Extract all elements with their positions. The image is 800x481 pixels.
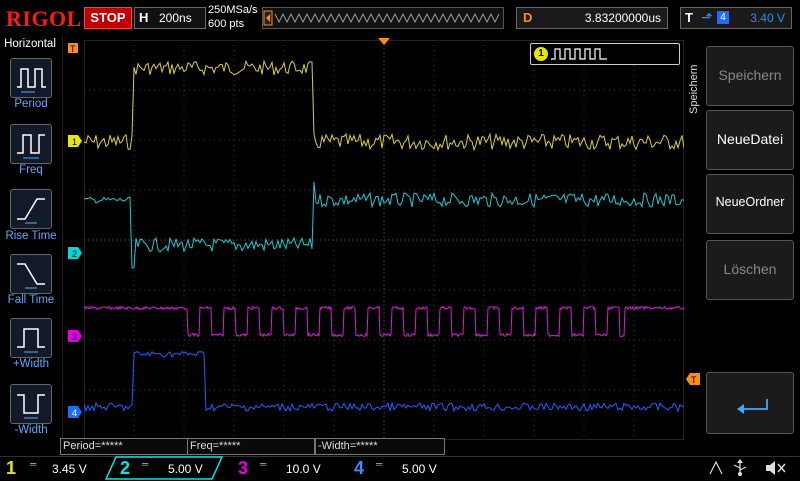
enter-button[interactable] xyxy=(706,372,794,434)
ch1-marker-label: 1 xyxy=(72,137,77,147)
trigger-label: T xyxy=(685,10,693,25)
trigger-waveform-indicator: 1 xyxy=(530,43,680,65)
delay-value: 3.83200000us xyxy=(584,11,661,25)
positive-width-icon xyxy=(17,328,45,353)
period-button[interactable] xyxy=(10,58,52,98)
trigger-source-badge: 4 xyxy=(717,11,729,24)
positive-width-label: +Width xyxy=(12,358,50,370)
loeschen-label: Löschen xyxy=(723,261,777,277)
ch4-coupling-icon: ═ xyxy=(376,459,383,469)
trigger-box[interactable]: T ⬏ 4 3.40 V xyxy=(680,7,792,29)
ch2-marker-label: 2 xyxy=(72,249,77,259)
channel-markers: 1 2 3 4 T xyxy=(68,43,82,418)
timebase-box[interactable]: H 200ns xyxy=(134,7,206,29)
freq-label: Freq xyxy=(19,164,43,176)
timebase-value: 200ns xyxy=(159,11,192,25)
pulse-train-icon xyxy=(551,48,607,60)
measurement-period[interactable]: Period=***** xyxy=(60,438,188,455)
timebase-label: H xyxy=(139,10,149,25)
separator-chevron xyxy=(709,460,723,475)
trigger-position-label: T xyxy=(70,44,76,54)
negative-width-icon xyxy=(17,394,45,419)
ch2-coupling-icon: ═ xyxy=(142,459,149,469)
fall-time-button[interactable] xyxy=(10,254,52,294)
run-stop-status[interactable]: STOP xyxy=(84,7,132,29)
memory-overview-strip xyxy=(262,7,504,29)
rigol-logo: RIGOL xyxy=(6,6,82,31)
menu-tab-speichern: Speichern xyxy=(688,44,702,144)
fall-time-label: Fall Time xyxy=(7,294,55,306)
trigger-position-arrow xyxy=(378,38,390,45)
rise-time-icon xyxy=(17,198,45,224)
period-icon xyxy=(17,68,46,93)
ch3-scale[interactable]: 10.0 V xyxy=(286,462,321,476)
neue-ordner-label: NeueOrdner xyxy=(715,195,785,209)
usb-icon xyxy=(733,459,747,476)
rising-edge-icon: ⬏ xyxy=(701,9,713,25)
measure-category-title: Horizontal xyxy=(4,38,56,50)
neue-ordner-button[interactable]: NeueOrdner xyxy=(706,174,794,234)
negative-width-button[interactable] xyxy=(10,384,52,424)
ch3-coupling-icon: ═ xyxy=(260,459,267,469)
status-icons xyxy=(709,459,786,476)
ch4-marker[interactable]: 4 xyxy=(68,406,82,418)
rise-time-button[interactable] xyxy=(10,189,52,229)
ch1-coupling-icon: ═ xyxy=(30,459,37,469)
ch1-indicator-badge: 1 xyxy=(534,47,548,61)
measurement-negative-width[interactable]: -Width=***** xyxy=(315,438,445,455)
ch4-marker-label: 4 xyxy=(72,408,77,418)
ch2-marker[interactable]: 2 xyxy=(68,247,82,259)
loeschen-button[interactable]: Löschen xyxy=(706,240,794,300)
trigger-level-marker-label: T xyxy=(691,375,697,385)
ch3-marker[interactable]: 3 xyxy=(68,330,82,342)
period-label: Period xyxy=(14,98,48,110)
ch1-scale[interactable]: 3.45 V xyxy=(52,462,87,476)
memory-depth: 600 pts xyxy=(208,18,245,30)
measurement-freq[interactable]: Freq=***** xyxy=(187,438,315,455)
neue-datei-button[interactable]: NeueDatei xyxy=(706,110,794,170)
ch3-marker-label: 3 xyxy=(72,332,77,342)
speichern-label: Speichern xyxy=(718,67,782,83)
speichern-button[interactable]: Speichern xyxy=(706,46,794,106)
neue-datei-label: NeueDatei xyxy=(716,131,784,147)
rise-time-label: Rise Time xyxy=(5,230,57,242)
waveform-display[interactable] xyxy=(84,40,684,440)
ch1-marker[interactable]: 1 xyxy=(68,135,82,147)
ch4-number[interactable]: 4 xyxy=(354,458,364,479)
trigger-level-marker[interactable]: T xyxy=(684,372,702,386)
speaker-muted-icon xyxy=(766,461,786,475)
fall-time-icon xyxy=(17,263,45,289)
trigger-level-value: 3.40 V xyxy=(750,11,785,25)
trigger-position-marker-left: T xyxy=(68,43,78,54)
ch4-scale[interactable]: 5.00 V xyxy=(402,462,437,476)
positive-width-button[interactable] xyxy=(10,318,52,358)
freq-icon xyxy=(17,134,45,159)
freq-button[interactable] xyxy=(10,124,52,164)
memory-overview-waveform xyxy=(263,10,500,26)
delay-box[interactable]: D 3.83200000us xyxy=(516,7,668,29)
ch2-scale[interactable]: 5.00 V xyxy=(168,462,203,476)
delay-label: D xyxy=(523,10,533,25)
sample-rate: 250MSa/s xyxy=(208,4,258,16)
ch3-number[interactable]: 3 xyxy=(238,458,248,479)
ch1-number[interactable]: 1 xyxy=(6,458,16,479)
enter-icon xyxy=(737,399,768,414)
menu-tab-label: Speichern xyxy=(688,64,700,114)
negative-width-label: -Width xyxy=(14,424,48,436)
ch2-number[interactable]: 2 xyxy=(120,458,130,479)
